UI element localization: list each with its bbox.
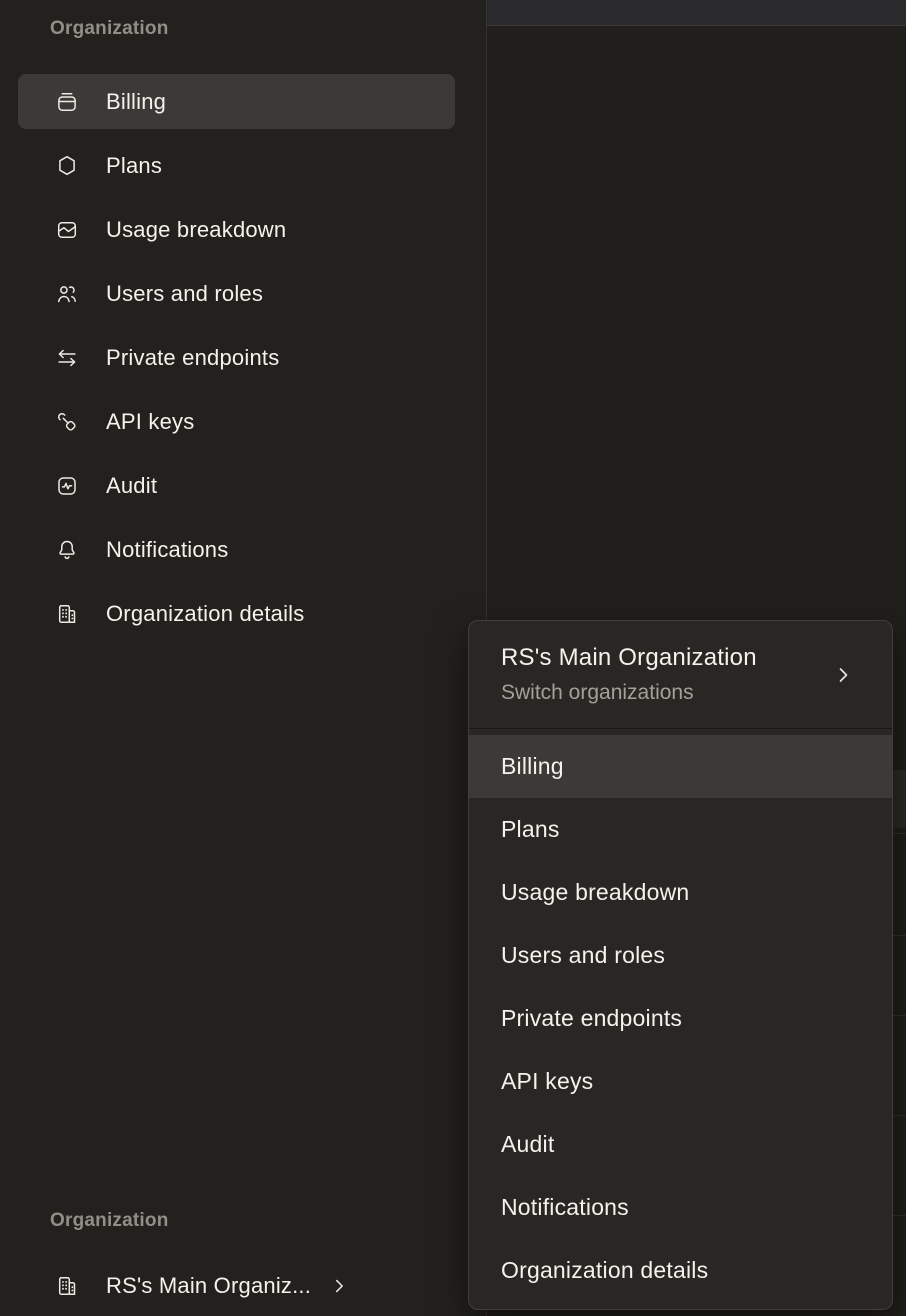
org-menu-popup: RS's Main Organization Switch organizati… — [468, 620, 893, 1310]
popup-org-name: RS's Main Organization — [501, 643, 757, 673]
bell-icon — [55, 538, 79, 562]
org-switcher-trigger[interactable]: RS's Main Organiz... — [18, 1258, 455, 1313]
menu-item-usage-breakdown[interactable]: Usage breakdown — [469, 861, 892, 924]
sidebar-item-label: Private endpoints — [106, 345, 279, 371]
sidebar-footer-section-label: Organization — [50, 1209, 169, 1233]
menu-item-plans[interactable]: Plans — [469, 798, 892, 861]
menu-item-billing[interactable]: Billing — [469, 735, 892, 798]
sidebar-item-api-keys[interactable]: API keys — [18, 394, 455, 449]
building-icon — [55, 1274, 79, 1298]
sidebar-item-label: Billing — [106, 89, 166, 115]
menu-item-api-keys[interactable]: API keys — [469, 1050, 892, 1113]
app-window: Organization Billing Plans Usage breakdo… — [0, 0, 906, 1316]
pulse-icon — [55, 474, 79, 498]
menu-item-notifications[interactable]: Notifications — [469, 1176, 892, 1239]
menu-item-private-endpoints[interactable]: Private endpoints — [469, 987, 892, 1050]
building-icon — [55, 602, 79, 626]
switch-organizations-item[interactable]: RS's Main Organization Switch organizati… — [469, 621, 892, 728]
chevron-right-icon — [329, 1276, 349, 1296]
sidebar-item-users-and-roles[interactable]: Users and roles — [18, 266, 455, 321]
popup-header-text: RS's Main Organization Switch organizati… — [501, 643, 757, 706]
popup-menu-list: Billing Plans Usage breakdown Users and … — [469, 729, 892, 1302]
sidebar-item-usage-breakdown[interactable]: Usage breakdown — [18, 202, 455, 257]
sidebar-item-plans[interactable]: Plans — [18, 138, 455, 193]
sidebar-item-label: API keys — [106, 409, 194, 435]
sidebar-item-label: Users and roles — [106, 281, 263, 307]
sidebar-item-organization-details[interactable]: Organization details — [18, 586, 455, 641]
sidebar-item-label: Plans — [106, 153, 162, 179]
top-banner — [487, 0, 906, 26]
sidebar: Organization Billing Plans Usage breakdo… — [0, 0, 486, 1316]
key-icon — [55, 410, 79, 434]
popup-switch-label: Switch organizations — [501, 680, 757, 706]
sidebar-item-audit[interactable]: Audit — [18, 458, 455, 513]
sidebar-item-notifications[interactable]: Notifications — [18, 522, 455, 577]
users-icon — [55, 282, 79, 306]
menu-item-audit[interactable]: Audit — [469, 1113, 892, 1176]
sidebar-nav: Billing Plans Usage breakdown Users and … — [18, 74, 455, 650]
menu-item-users-and-roles[interactable]: Users and roles — [469, 924, 892, 987]
org-name-truncated: RS's Main Organiz... — [106, 1273, 311, 1299]
chart-icon — [55, 218, 79, 242]
sidebar-item-label: Audit — [106, 473, 157, 499]
chevron-right-icon — [832, 664, 854, 686]
sidebar-item-label: Usage breakdown — [106, 217, 286, 243]
sidebar-item-label: Notifications — [106, 537, 228, 563]
sidebar-section-label: Organization — [50, 17, 169, 41]
sidebar-item-billing[interactable]: Billing — [18, 74, 455, 129]
hexagon-icon — [55, 154, 79, 178]
arrows-swap-icon — [55, 346, 79, 370]
sidebar-item-private-endpoints[interactable]: Private endpoints — [18, 330, 455, 385]
sidebar-item-label: Organization details — [106, 601, 304, 627]
billing-icon — [55, 90, 79, 114]
menu-item-organization-details[interactable]: Organization details — [469, 1239, 892, 1302]
